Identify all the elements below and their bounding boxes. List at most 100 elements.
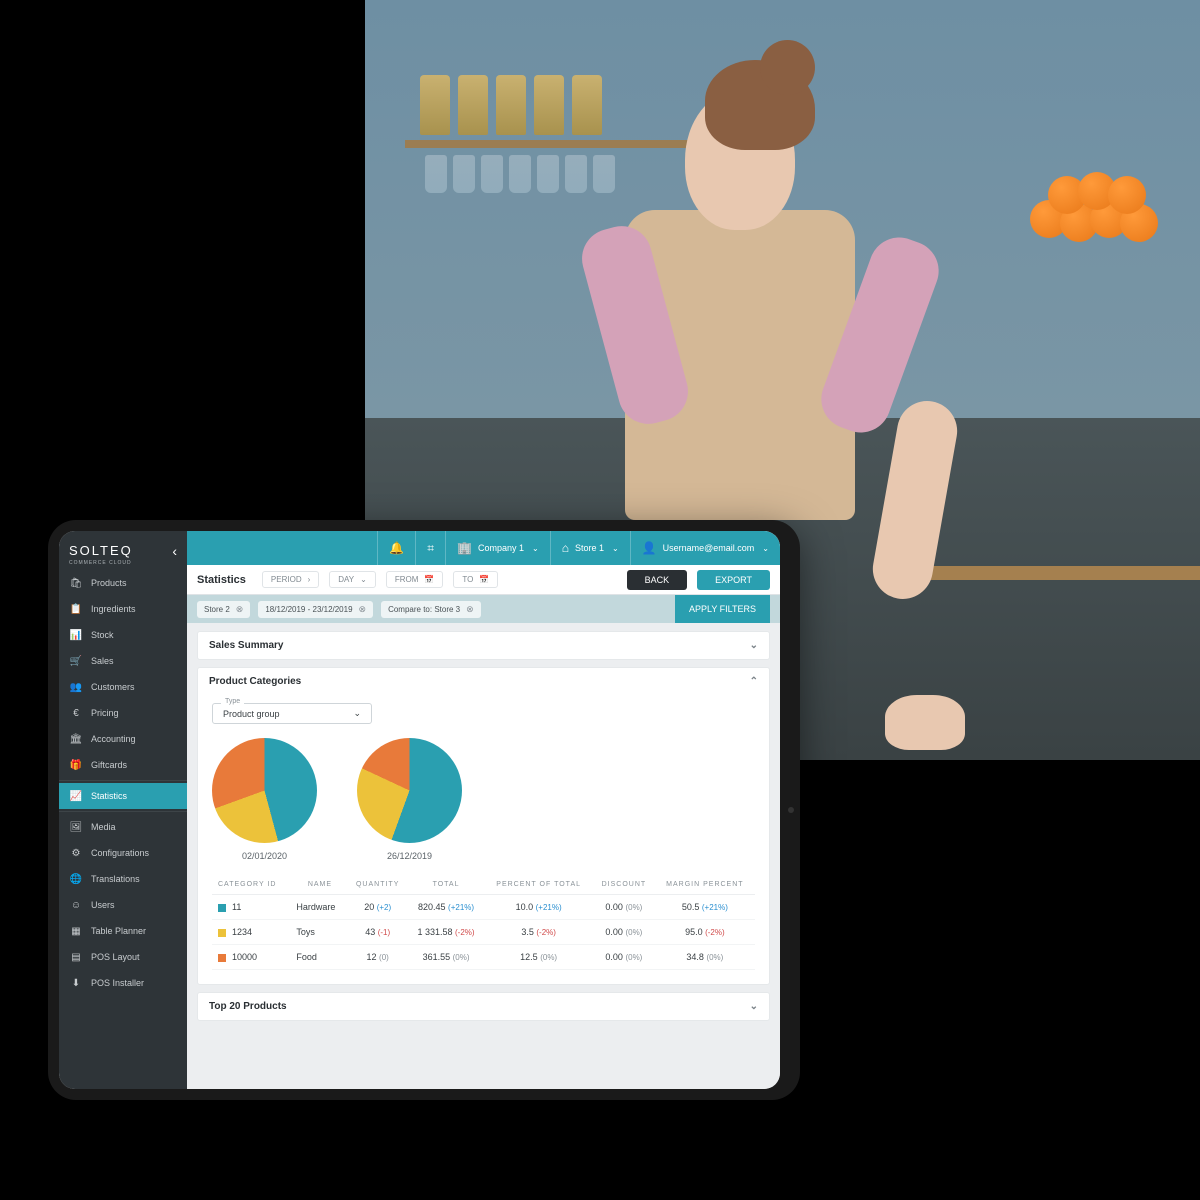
- collapse-sidebar-icon[interactable]: ‹: [172, 543, 177, 559]
- nav-label: Translations: [91, 874, 140, 884]
- chevron-down-icon: ⌄: [532, 544, 539, 553]
- nav-label: Products: [91, 578, 127, 588]
- nav-label: Accounting: [91, 734, 136, 744]
- black-background: [0, 0, 365, 520]
- user-label: Username@email.com: [663, 543, 755, 553]
- brand-subtitle: COMMERCE CLOUD: [69, 560, 133, 566]
- pie-date-label: 26/12/2019: [387, 851, 432, 861]
- sidebar-item-pricing[interactable]: €Pricing: [59, 700, 187, 726]
- sidebar: SOLTEQ COMMERCE CLOUD ‹ 🛍 Products 📋Ingre…: [59, 531, 187, 1089]
- back-button[interactable]: BACK: [627, 570, 688, 590]
- sidebar-item-statistics[interactable]: 📈Statistics: [59, 783, 187, 809]
- col-quantity: QUANTITY: [348, 875, 408, 895]
- to-date-input[interactable]: TO📅: [453, 571, 498, 588]
- sidebar-item-sales[interactable]: 🛒Sales: [59, 648, 187, 674]
- close-icon[interactable]: ⊗: [466, 604, 474, 615]
- panel-header-top20[interactable]: Top 20 Products ⌄: [198, 993, 769, 1020]
- people-icon: 👥: [70, 681, 82, 693]
- sidebar-item-pos-installer[interactable]: ⬇ POS Installer: [59, 970, 187, 996]
- panel-header-sales-summary[interactable]: Sales Summary ⌄: [198, 632, 769, 659]
- period-selector[interactable]: PERIOD›: [262, 571, 319, 588]
- sidebar-item-ingredients[interactable]: 📋Ingredients: [59, 596, 187, 622]
- company-selector[interactable]: 🏢Company 1⌄: [445, 531, 550, 565]
- chevron-down-icon: ⌄: [750, 1001, 758, 1012]
- table-row[interactable]: 10000Food12 (0)361.55 (0%)12.5 (0%)0.00 …: [212, 945, 755, 970]
- nav-label: POS Installer: [91, 978, 144, 988]
- notifications-button[interactable]: 🔔: [377, 531, 415, 565]
- calendar-icon: 📅: [424, 575, 434, 584]
- close-icon[interactable]: ⊗: [236, 604, 244, 615]
- col-margin-percent: MARGIN PERCENT: [655, 875, 755, 895]
- panel-title: Top 20 Products: [209, 1001, 287, 1012]
- layout-icon: ▤: [70, 951, 82, 963]
- gift-icon: 🎁: [70, 759, 82, 771]
- type-selector[interactable]: Type Product group⌄: [212, 703, 372, 724]
- user-menu[interactable]: 👤Username@email.com⌄: [630, 531, 780, 565]
- sliders-icon: ⚙: [70, 847, 82, 859]
- sidebar-item-accounting[interactable]: 🏛Accounting: [59, 726, 187, 752]
- sidebar-item-giftcards[interactable]: 🎁 Giftcards: [59, 752, 187, 778]
- nav-label: Stock: [91, 630, 114, 640]
- building-icon: 🏢: [457, 541, 472, 555]
- col-discount: DISCOUNT: [593, 875, 655, 895]
- sidebar-item-pos-layout[interactable]: ▤ POS Layout: [59, 944, 187, 970]
- tablet-device: SOLTEQ COMMERCE CLOUD ‹ 🛍 Products 📋Ingre…: [48, 520, 800, 1100]
- user-icon: ☺: [70, 899, 82, 911]
- nav-label: Users: [91, 900, 115, 910]
- table-row[interactable]: 1234Toys43 (-1)1 331.58 (-2%)3.5 (-2%)0.…: [212, 920, 755, 945]
- sidebar-item-customers[interactable]: 👥Customers: [59, 674, 187, 700]
- store-label: Store 1: [575, 543, 604, 553]
- nav-label: Media: [91, 822, 116, 832]
- sidebar-item-table-planner[interactable]: ▦Table Planner: [59, 918, 187, 944]
- nav-label: Configurations: [91, 848, 149, 858]
- sidebar-item-translations[interactable]: 🌐Translations: [59, 866, 187, 892]
- close-icon[interactable]: ⊗: [359, 604, 367, 615]
- panel-product-categories: Product Categories ⌃ Type Product group⌄…: [197, 667, 770, 985]
- topbar: 🔔 ⌗ 🏢Company 1⌄ ⌂Store 1⌄ 👤Username@emai…: [187, 531, 780, 565]
- pie-charts: 02/01/2020 26/12/2019: [212, 738, 755, 861]
- color-swatch: [218, 954, 226, 962]
- col-name: NAME: [292, 875, 347, 895]
- content-area: Sales Summary ⌄ Product Categories ⌃ Typ…: [187, 623, 780, 1089]
- sidebar-item-configurations[interactable]: ⚙ Configurations: [59, 840, 187, 866]
- brand-header: SOLTEQ COMMERCE CLOUD ‹: [59, 531, 187, 570]
- type-selector-label: Type: [221, 698, 244, 705]
- sidebar-item-media[interactable]: 🖼Media: [59, 814, 187, 840]
- filter-chip-compare[interactable]: Compare to: Store 3⊗: [381, 601, 481, 618]
- barcode-icon: ⌗: [427, 541, 434, 556]
- nav-label: Pricing: [91, 708, 119, 718]
- filter-chip-store[interactable]: Store 2⊗: [197, 601, 250, 618]
- bag-icon: 🛍: [70, 577, 82, 589]
- sidebar-item-users[interactable]: ☺ Users: [59, 892, 187, 918]
- panel-top20: Top 20 Products ⌄: [197, 992, 770, 1021]
- scan-button[interactable]: ⌗: [415, 531, 445, 565]
- chevron-down-icon: ⌄: [353, 708, 361, 719]
- chevron-down-icon: ⌄: [762, 544, 769, 553]
- apply-filters-button[interactable]: APPLY FILTERS: [675, 595, 770, 623]
- cart-icon: 🛒: [70, 655, 82, 667]
- download-icon: ⬇: [70, 977, 82, 989]
- table-row[interactable]: 11Hardware20 (+2)820.45 (+21%)10.0 (+21%…: [212, 895, 755, 920]
- col-category-id: CATEGORY ID: [212, 875, 292, 895]
- toolbar: Statistics PERIOD› DAY⌄ FROM📅 TO📅 BACK E…: [187, 565, 780, 595]
- pie-date-label: 02/01/2020: [242, 851, 287, 861]
- chevron-down-icon: ⌄: [750, 640, 758, 651]
- col-percent-of-total: PERCENT OF TOTAL: [484, 875, 593, 895]
- nav-label: Giftcards: [91, 760, 127, 770]
- nav-label: POS Layout: [91, 952, 140, 962]
- category-table: CATEGORY ID NAME QUANTITY TOTAL PERCENT …: [212, 875, 755, 970]
- pie-chart-current: [212, 738, 317, 843]
- sidebar-item-stock[interactable]: 📊Stock: [59, 622, 187, 648]
- list-icon: 📋: [70, 603, 82, 615]
- day-selector[interactable]: DAY⌄: [329, 571, 376, 588]
- store-selector[interactable]: ⌂Store 1⌄: [550, 531, 630, 565]
- from-date-input[interactable]: FROM📅: [386, 571, 444, 588]
- chevron-up-icon: ⌃: [750, 676, 758, 687]
- home-icon: ⌂: [562, 541, 569, 555]
- camera-icon: [788, 807, 794, 813]
- filter-chip-daterange[interactable]: 18/12/2019 - 23/12/2019⊗: [258, 601, 373, 618]
- panel-title: Sales Summary: [209, 640, 284, 651]
- panel-header-product-categories[interactable]: Product Categories ⌃: [198, 668, 769, 695]
- export-button[interactable]: EXPORT: [697, 570, 770, 590]
- sidebar-item-products[interactable]: 🛍 Products: [59, 570, 187, 596]
